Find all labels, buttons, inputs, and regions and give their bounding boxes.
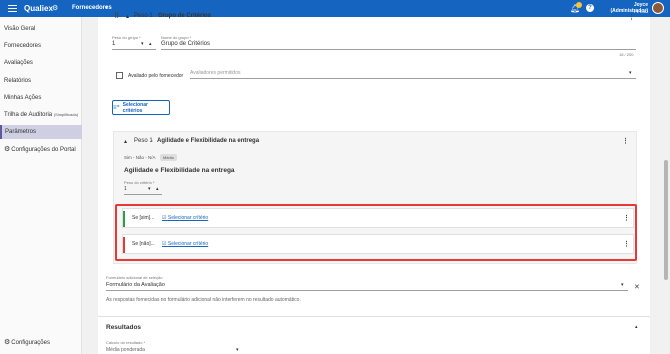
chevron-down-icon[interactable]: ▾ <box>105 5 108 11</box>
clear-icon[interactable]: ✕ <box>634 283 640 291</box>
chevron-down-icon[interactable]: ▾ <box>236 347 239 353</box>
select-criteria-label: Selecionar critérios <box>122 101 148 114</box>
group-weight: Peso 1 <box>134 13 153 19</box>
gear-icon: ⚙ <box>4 146 11 153</box>
field-underline <box>161 49 636 50</box>
supplier-eval-checkbox[interactable] <box>116 72 123 79</box>
collapse-chevron-icon[interactable]: ▴ <box>124 138 127 145</box>
chevron-down-icon[interactable]: ▾ <box>629 70 632 76</box>
scrollbar[interactable] <box>664 160 668 280</box>
results-card <box>98 316 650 354</box>
brand-logo[interactable]: Qualiex <box>24 4 53 13</box>
calc-label: Cálculo do resultado * <box>106 340 146 345</box>
field-underline <box>190 78 636 79</box>
sidebar-item-parametros[interactable]: Parâmetros <box>0 125 82 139</box>
select-criteria-button[interactable]: ≡⁺ Selecionar critérios <box>112 100 170 115</box>
additional-form-label: Formulário adicional de seleção <box>106 275 163 280</box>
sidebar-item-label: Configurações do Portal <box>11 147 76 153</box>
collapse-chevron-icon[interactable]: ▴ <box>635 324 638 330</box>
sidebar-item-label: Visão Geral <box>4 26 36 32</box>
sidebar-item-visao-geral[interactable]: Visão Geral <box>0 22 82 36</box>
sidebar-item-configuracoes[interactable]: ⚙Configurações <box>0 336 82 350</box>
chevron-down-icon[interactable]: ▾ <box>148 186 151 192</box>
gear-icon: ⚙ <box>4 339 11 346</box>
criterion-more-icon[interactable]: ⋮ <box>622 138 629 145</box>
criterion-title: Agilidade e Flexibilidade na entrega <box>157 138 260 144</box>
sidebar-item-label: Parâmetros <box>5 129 37 135</box>
collapse-chevron-icon[interactable]: ▴ <box>126 13 129 20</box>
results-title: Resultados <box>106 324 142 331</box>
sort-icon[interactable]: ▴ <box>156 186 159 192</box>
sidebar-item-label: Trilha de Auditoria <box>4 112 53 118</box>
additional-form-note: As respostas fornecidas no formulário ad… <box>106 297 301 303</box>
sidebar-item-relatorios[interactable]: Relatórios <box>0 74 82 88</box>
menu-icon[interactable] <box>8 5 17 12</box>
sidebar-item-label: Avaliações <box>4 60 33 66</box>
group-weight-label: Peso do grupo * <box>112 35 141 40</box>
sidebar-item-minhas-acoes[interactable]: Minhas Ações <box>0 91 82 105</box>
top-bar: Qualiex ⚙ Fornecedores ▾ 🔔︎ ? Joyce (Adm… <box>0 0 670 17</box>
drag-handle-icon[interactable]: ⠿ <box>114 13 119 20</box>
criterion-name: Agilidade e Flexibilidade na entrega <box>124 167 235 174</box>
group-title: Grupo de Critérios <box>158 13 212 19</box>
sidebar-item-label: Fornecedores <box>4 43 42 49</box>
field-underline <box>106 290 628 291</box>
sidebar-item-tag: (Simplificada) <box>53 112 79 117</box>
sidebar-item-label: Configurações <box>11 340 50 346</box>
user-company: FL EAD <box>634 9 648 14</box>
additional-form-select[interactable]: Formulário da Avaliação <box>106 282 165 288</box>
group-weight-select[interactable]: 1 <box>112 41 115 47</box>
chevron-down-icon[interactable]: ▾ <box>621 282 624 288</box>
char-counter: 18 / 200 <box>619 52 634 57</box>
group-name-input[interactable]: Grupo de Critérios <box>161 41 210 47</box>
sidebar-item-configuracoes-portal[interactable]: ⚙Configurações do Portal <box>0 143 82 157</box>
group-name-label: Nome do grupo * <box>161 35 192 40</box>
sidebar-item-fornecedores[interactable]: Fornecedores <box>0 39 82 53</box>
criterion-type: Sim - Não - N/A <box>124 155 156 160</box>
highlight-frame <box>115 204 637 261</box>
playlist-add-icon: ≡⁺ <box>113 105 120 111</box>
allowed-evaluators-select[interactable]: Avaliadores permitidos <box>190 70 241 76</box>
field-underline <box>124 194 162 195</box>
supplier-eval-label: Avaliado pelo fornecedor <box>128 73 184 79</box>
chevron-down-icon[interactable]: ▾ <box>141 41 144 47</box>
sidebar-item-label: Relatórios <box>4 78 32 84</box>
calc-select[interactable]: Média ponderada <box>106 347 145 353</box>
criterion-weight-select[interactable]: 1 <box>124 186 127 192</box>
sidebar: Visão Geral Fornecedores Avaliações Rela… <box>0 17 82 354</box>
field-underline <box>112 49 156 50</box>
notification-badge <box>576 2 582 8</box>
avatar[interactable] <box>652 2 664 14</box>
sidebar-item-avaliacoes[interactable]: Avaliações <box>0 56 82 70</box>
separator-dot: · <box>151 138 153 144</box>
help-icon[interactable]: ? <box>586 4 594 12</box>
sidebar-item-trilha-auditoria[interactable]: Trilha de Auditoria (Simplificada) <box>0 108 82 122</box>
group-more-icon[interactable]: ⋮ <box>628 14 635 21</box>
brand-gear-icon: ⚙ <box>52 5 59 12</box>
sort-icon[interactable]: ▴ <box>149 41 152 47</box>
criterion-weight-label: Peso do critério * <box>124 180 155 185</box>
status-badge: Médio <box>160 154 177 161</box>
sidebar-item-label: Minhas Ações <box>4 95 42 101</box>
criterion-weight: Peso 1 <box>134 138 153 144</box>
